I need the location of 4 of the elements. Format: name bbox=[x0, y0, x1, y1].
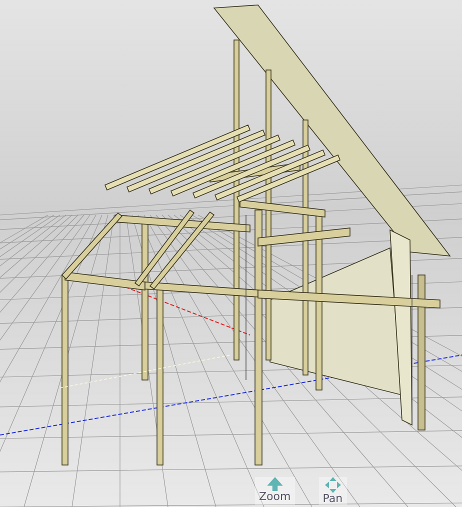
move-icon bbox=[324, 477, 341, 493]
navigation-button[interactable]: Pan bbox=[318, 477, 347, 505]
navigation-button[interactable]: Zoom bbox=[255, 477, 295, 505]
arrow-icon bbox=[266, 477, 283, 491]
